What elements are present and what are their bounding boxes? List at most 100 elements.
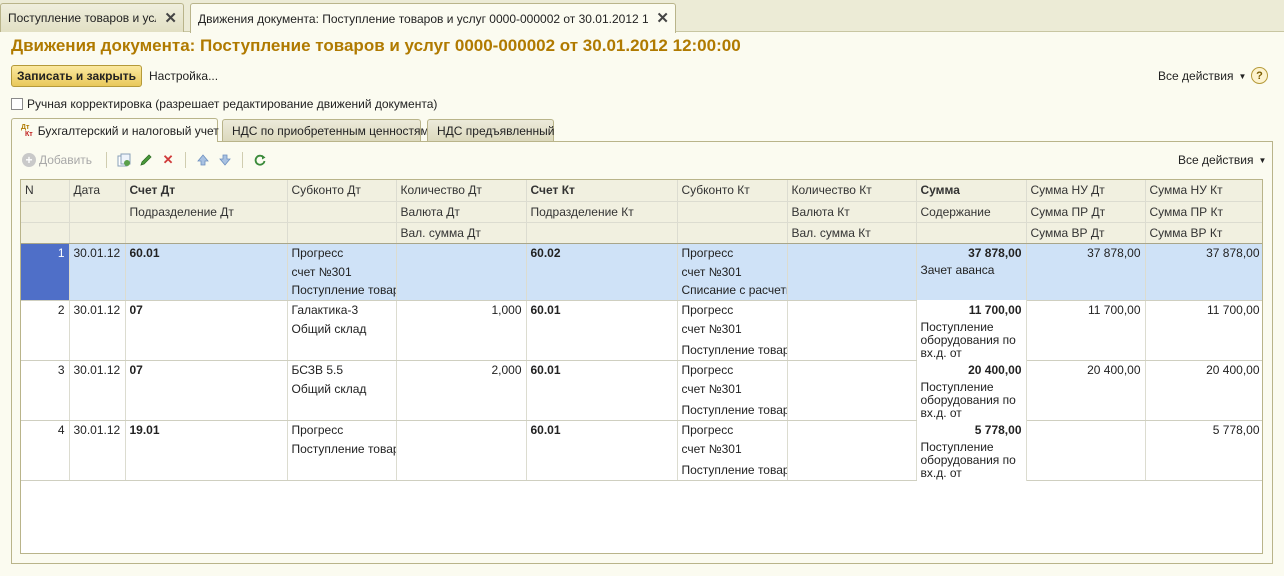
refresh-icon[interactable] [251,151,269,169]
manual-edit-checkbox[interactable] [11,98,23,110]
table-cell[interactable]: БСЗВ 5.5 [287,360,397,379]
close-icon[interactable]: ✕ [656,11,669,26]
table-cell[interactable] [125,379,288,400]
table-cell[interactable]: Общий склад [287,379,397,400]
table-cell[interactable] [396,420,527,439]
table-cell[interactable] [125,459,288,481]
help-button[interactable]: ? [1251,67,1268,84]
table-cell[interactable]: Поступление товаров [677,459,788,481]
table-cell[interactable] [787,319,917,340]
table-cell[interactable] [396,281,527,301]
column-header[interactable] [916,222,1027,244]
table-cell[interactable] [1145,262,1262,281]
table-cell[interactable] [287,459,397,481]
table-cell[interactable]: 2 [21,300,70,319]
table-cell[interactable]: 30.01.12 [69,360,126,379]
table-cell[interactable]: 1,000 [396,300,527,319]
table-cell[interactable]: 37 878,00 [1145,243,1262,262]
table-cell[interactable]: 60.01 [526,360,678,379]
table-cell[interactable] [1026,439,1146,460]
table-cell[interactable]: 19.01 [125,420,288,439]
table-cell[interactable] [21,281,70,301]
table-cell[interactable] [787,243,917,262]
movements-table[interactable]: N Дата Счет Дт Субконто Дт Количество Дт Счет… [20,179,1263,554]
arrow-up-icon[interactable] [194,151,212,169]
table-cell[interactable]: Прогресс [677,360,788,379]
table-cell[interactable]: Поступление оборудования по вх.д. от [916,379,1027,420]
column-header[interactable] [125,222,288,244]
table-cell[interactable] [125,339,288,361]
arrow-down-icon[interactable] [216,151,234,169]
table-cell[interactable]: Поступление товаров [677,399,788,421]
table-cell[interactable] [69,262,126,281]
table-cell[interactable]: 3 [21,360,70,379]
column-header[interactable]: Субконто Дт [287,180,397,202]
table-cell[interactable] [1145,319,1262,340]
table-cell[interactable] [69,459,126,481]
table-cell[interactable] [69,399,126,421]
table-cell[interactable] [21,399,70,421]
table-cell[interactable] [396,243,527,262]
column-header[interactable]: Субконто Кт [677,180,788,202]
table-cell[interactable] [125,439,288,460]
table-row[interactable]: 3 30.01.12 07 БСЗВ 5.5 2,000 60.01 Прогресс 20 … [21,360,1262,379]
table-cell[interactable] [21,439,70,460]
table-cell[interactable] [125,399,288,421]
column-header[interactable] [69,201,126,223]
table-row[interactable]: Общий склад счет №301 Поступление оборудов… [21,319,1262,360]
table-cell[interactable] [21,379,70,400]
table-cell[interactable] [1145,379,1262,400]
table-cell[interactable]: 07 [125,360,288,379]
table-cell[interactable]: счет №301 [677,262,788,281]
table-cell[interactable] [787,379,917,400]
table-row[interactable]: Общий склад счет №301 Поступление оборудов… [21,379,1262,420]
table-cell[interactable] [787,339,917,361]
table-cell[interactable]: Общий склад [287,319,397,340]
table-cell[interactable]: Поступление товаров [287,439,397,460]
table-cell[interactable]: 30.01.12 [69,300,126,319]
column-header[interactable]: Подразделение Дт [125,201,288,223]
table-cell[interactable]: 11 700,00 [1026,300,1146,319]
table-cell[interactable] [396,459,527,481]
column-header[interactable] [677,201,788,223]
table-cell[interactable]: 20 400,00 [1145,360,1262,379]
add-button[interactable]: + Добавить [22,153,92,167]
table-cell[interactable] [787,300,917,319]
column-header[interactable]: Валюта Дт [396,201,527,223]
tab-document-movements[interactable]: Движения документа: Поступление товаров … [190,3,676,33]
table-cell[interactable] [396,339,527,361]
table-cell[interactable] [287,339,397,361]
table-cell[interactable]: Прогресс [677,243,788,262]
tab-accounting[interactable]: Дт Кт Бухгалтерский и налоговый учет [11,118,219,142]
table-cell[interactable] [1145,459,1262,481]
column-header[interactable] [21,201,70,223]
table-cell[interactable] [787,420,917,439]
table-cell[interactable]: 30.01.12 [69,420,126,439]
table-cell[interactable] [526,281,678,301]
table-cell[interactable]: Списание с расчетных [677,281,788,301]
table-cell[interactable] [125,319,288,340]
table-cell[interactable]: счет №301 [677,379,788,400]
column-header[interactable]: Вал. сумма Дт [396,222,527,244]
table-cell[interactable]: 5 778,00 [916,420,1027,439]
table-cell[interactable] [1026,281,1146,301]
save-and-close-button[interactable]: Записать и закрыть [11,65,142,87]
column-header[interactable]: Счет Кт [526,180,678,202]
table-cell[interactable]: 1 [21,243,70,262]
column-header[interactable]: Сумма НУ Кт [1145,180,1262,202]
table-cell[interactable]: счет №301 [287,262,397,281]
table-cell[interactable] [396,379,527,400]
table-row[interactable]: Поступление товаровсчет №301Поступление … [21,439,1262,480]
table-cell[interactable]: 2,000 [396,360,527,379]
table-cell[interactable] [1145,439,1262,460]
table-cell[interactable]: 60.01 [526,300,678,319]
table-cell[interactable] [526,262,678,281]
pencil-icon[interactable] [137,151,155,169]
column-header[interactable]: Сумма ВР Кт [1145,222,1262,244]
table-cell[interactable] [787,262,917,281]
column-header[interactable] [287,222,397,244]
table-cell[interactable] [787,360,917,379]
table-cell[interactable] [1145,399,1262,421]
table-cell[interactable]: 60.01 [125,243,288,262]
table-cell[interactable] [69,339,126,361]
